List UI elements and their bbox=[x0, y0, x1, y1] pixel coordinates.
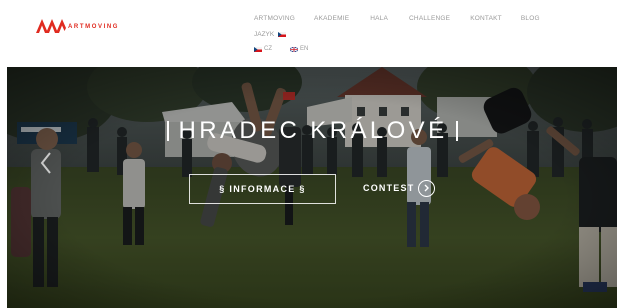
language-menu[interactable]: JAZYK bbox=[254, 31, 288, 38]
language-option-cz-label: CZ bbox=[264, 46, 272, 52]
nav-item-hala[interactable]: HALA bbox=[370, 15, 388, 22]
language-label: JAZYK bbox=[254, 31, 275, 38]
title-bar-right bbox=[455, 121, 458, 141]
language-option-en[interactable]: EN bbox=[290, 46, 308, 52]
nav-item-challenge[interactable]: CHALLENGE bbox=[409, 15, 450, 22]
chevron-left-icon[interactable] bbox=[40, 151, 52, 175]
main-nav: ARTMOVING AKADEMIE HALA CHALLENGE KONTAK… bbox=[254, 15, 540, 22]
flag-cz-icon bbox=[278, 32, 287, 37]
flag-cz-icon bbox=[254, 46, 262, 52]
site-header: ARTMOVING ARTMOVING AKADEMIE HALA CHALLE… bbox=[0, 0, 624, 66]
logo-text: ARTMOVING bbox=[68, 24, 119, 30]
logo-text-art: ART bbox=[68, 24, 86, 30]
hero-title-text: HRADEC KRÁLOVÉ bbox=[178, 117, 448, 144]
language-option-en-label: EN bbox=[300, 46, 309, 52]
language-option-cz[interactable]: CZ bbox=[254, 46, 272, 52]
nav-item-kontakt[interactable]: KONTAKT bbox=[470, 15, 502, 22]
flag-uk-icon bbox=[290, 46, 298, 52]
artmoving-logo[interactable]: ARTMOVING bbox=[36, 17, 119, 35]
hero-title: HRADEC KRÁLOVÉ bbox=[0, 117, 624, 145]
contest-link[interactable]: CONTEST bbox=[363, 178, 436, 198]
nav-item-artmoving[interactable]: ARTMOVING bbox=[254, 15, 295, 22]
contest-label: CONTEST bbox=[363, 183, 415, 193]
title-bar-left bbox=[166, 121, 169, 141]
nav-item-akademie[interactable]: AKADEMIE bbox=[314, 15, 349, 22]
chevron-right-circle-icon bbox=[418, 179, 436, 197]
language-options: CZ EN bbox=[254, 46, 308, 52]
logo-mark-icon bbox=[36, 19, 66, 33]
informace-button[interactable]: § INFORMACE § bbox=[189, 174, 336, 204]
nav-item-blog[interactable]: BLOG bbox=[521, 15, 540, 22]
logo-text-moving: MOVING bbox=[85, 24, 120, 30]
